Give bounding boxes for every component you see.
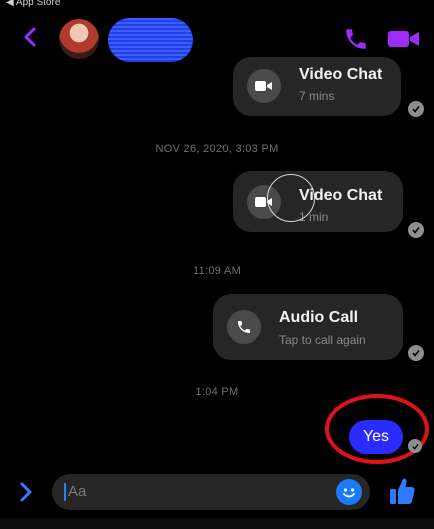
audio-call-bubble[interactable]: Audio Call Tap to call again bbox=[213, 294, 403, 360]
back-to-app-link[interactable]: ◀ App Store bbox=[6, 0, 60, 8]
check-icon bbox=[408, 222, 424, 238]
timestamp: NOV 26, 2020, 3:03 PM bbox=[155, 143, 279, 155]
expand-chevron-icon[interactable] bbox=[19, 481, 33, 503]
text-caret bbox=[64, 483, 66, 501]
video-camera-icon[interactable] bbox=[387, 27, 421, 51]
phone-icon[interactable] bbox=[343, 26, 369, 52]
avatar[interactable] bbox=[59, 19, 99, 59]
back-chevron-icon[interactable] bbox=[22, 26, 38, 48]
call-title: Video Chat bbox=[299, 66, 383, 83]
audio-call-icon bbox=[227, 310, 261, 344]
conversation-header bbox=[0, 10, 434, 62]
check-icon bbox=[408, 345, 424, 361]
highlight-annotation bbox=[325, 394, 429, 464]
video-call-icon bbox=[247, 69, 281, 103]
call-duration: 7 mins bbox=[299, 89, 335, 103]
call-title: Audio Call bbox=[279, 309, 359, 326]
emoji-icon[interactable] bbox=[336, 479, 362, 505]
message-placeholder: Aa bbox=[68, 483, 87, 500]
bottom-edge bbox=[0, 518, 434, 529]
message-composer: Aa bbox=[0, 466, 434, 518]
timestamp: 11:09 AM bbox=[192, 265, 242, 277]
video-chat-bubble[interactable]: Video Chat 7 mins bbox=[233, 57, 401, 116]
message-input[interactable]: Aa bbox=[52, 474, 370, 510]
video-chat-bubble[interactable]: Video Chat 1 min bbox=[233, 171, 403, 232]
check-icon bbox=[408, 439, 422, 453]
thumbs-up-icon[interactable] bbox=[388, 476, 416, 506]
contact-name-redacted[interactable] bbox=[108, 18, 193, 62]
check-icon bbox=[408, 101, 424, 117]
call-again-hint: Tap to call again bbox=[279, 333, 366, 347]
touch-indicator bbox=[267, 174, 315, 222]
